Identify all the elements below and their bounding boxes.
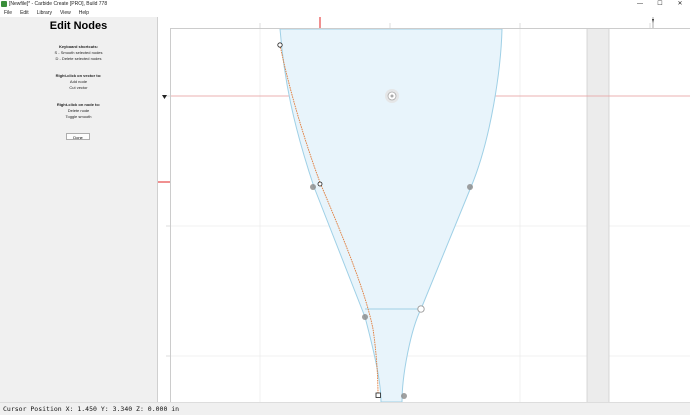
menu-library[interactable]: Library [33, 9, 56, 17]
minimize-button[interactable]: — [630, 0, 650, 9]
action-cut-vector: Cut vector [69, 85, 88, 90]
done-button[interactable]: Done [66, 133, 90, 140]
status-bar: Cursor Position X: 1.450 Y: 3.340 Z: 0.0… [0, 402, 690, 415]
node-handle[interactable] [417, 305, 425, 313]
title-bar: [Newfile]* - Carbide Create [PRO], Build… [0, 0, 690, 9]
node-handle[interactable] [317, 181, 323, 187]
vector-rightclick-section: Right-click on vector to: Add node Cut v… [0, 73, 157, 91]
vector-shape[interactable] [279, 29, 503, 402]
design-canvas[interactable] [171, 29, 690, 402]
action-toggle-smooth: Toggle smooth [65, 114, 92, 119]
node-rightclick-section: Right-click on node to: Delete node Togg… [0, 102, 157, 120]
node-point[interactable] [310, 184, 316, 190]
left-ruler-ticks [158, 95, 170, 357]
carbide-create-icon [1, 1, 7, 7]
menu-file[interactable]: File [0, 9, 16, 17]
left-ruler [158, 28, 171, 402]
node-point[interactable] [401, 393, 407, 399]
top-ruler-ticks [259, 17, 654, 28]
node-handle[interactable] [277, 42, 283, 48]
node-point[interactable] [362, 314, 368, 320]
shortcut-delete: D - Delete selected nodes [55, 56, 102, 61]
panel-title: Edit Nodes [49, 20, 108, 32]
maximize-button[interactable]: ☐ [650, 0, 670, 9]
node-square[interactable] [375, 392, 381, 398]
ruler-arrow-icon [162, 95, 167, 99]
menu-edit[interactable]: Edit [16, 9, 33, 17]
menu-help[interactable]: Help [75, 9, 93, 17]
canvas-drawing[interactable] [171, 29, 690, 402]
top-ruler [158, 17, 690, 29]
close-button[interactable]: ✕ [670, 0, 690, 9]
edit-nodes-panel: Edit Nodes Keyboard shortcuts: S - Smoot… [0, 17, 158, 402]
material-edge [587, 29, 609, 402]
cursor-position: Cursor Position X: 1.450 Y: 3.340 Z: 0.0… [3, 405, 180, 413]
window-title: [Newfile]* - Carbide Create [PRO], Build… [9, 1, 108, 7]
menu-view[interactable]: View [56, 9, 75, 17]
menu-bar: File Edit Library View Help [0, 9, 690, 17]
window-controls: — ☐ ✕ [630, 0, 690, 9]
center-target-icon[interactable] [385, 89, 399, 103]
node-point[interactable] [467, 184, 473, 190]
keyboard-shortcuts-section: Keyboard shortcuts: S - Smooth selected … [0, 44, 157, 62]
